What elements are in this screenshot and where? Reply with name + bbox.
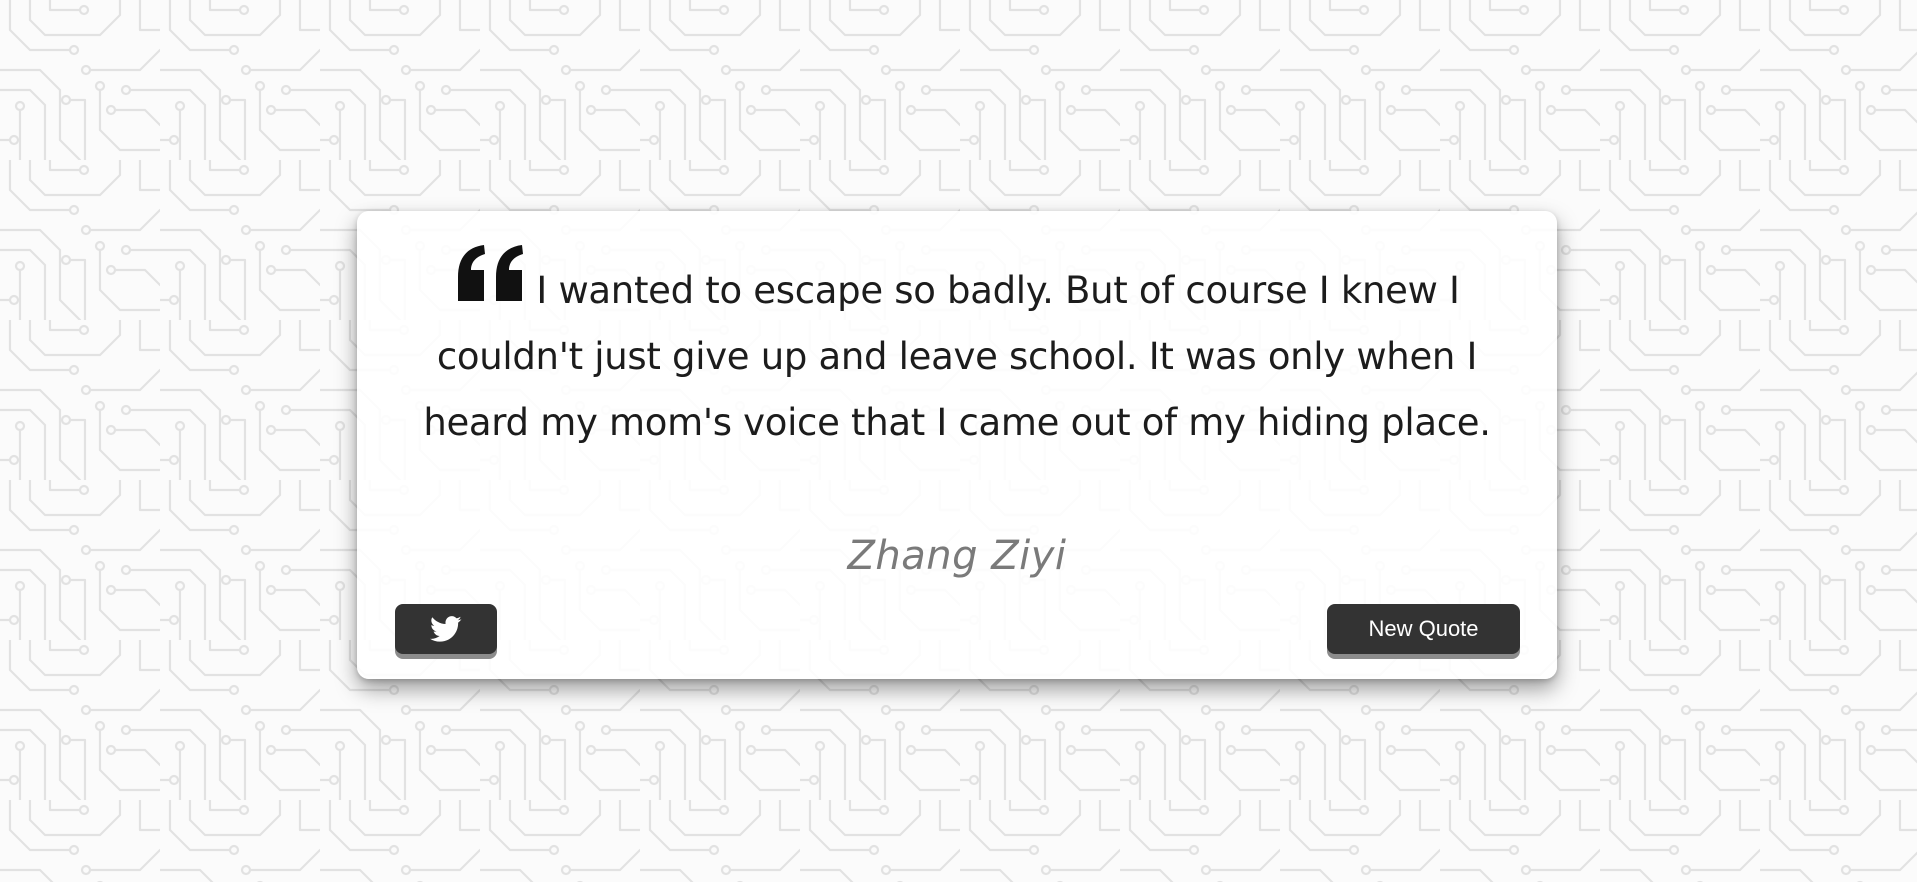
quote-text-block: I wanted to escape so badly. But of cour… xyxy=(407,243,1507,456)
quote-text: I wanted to escape so badly. But of cour… xyxy=(423,269,1491,444)
twitter-icon xyxy=(430,615,462,642)
quote-left-icon xyxy=(458,245,524,301)
tweet-quote-button[interactable] xyxy=(395,604,497,654)
quote-card: I wanted to escape so badly. But of cour… xyxy=(357,211,1557,679)
new-quote-button[interactable]: New Quote xyxy=(1327,604,1520,654)
quote-author: Zhang Ziyi xyxy=(847,533,1067,579)
